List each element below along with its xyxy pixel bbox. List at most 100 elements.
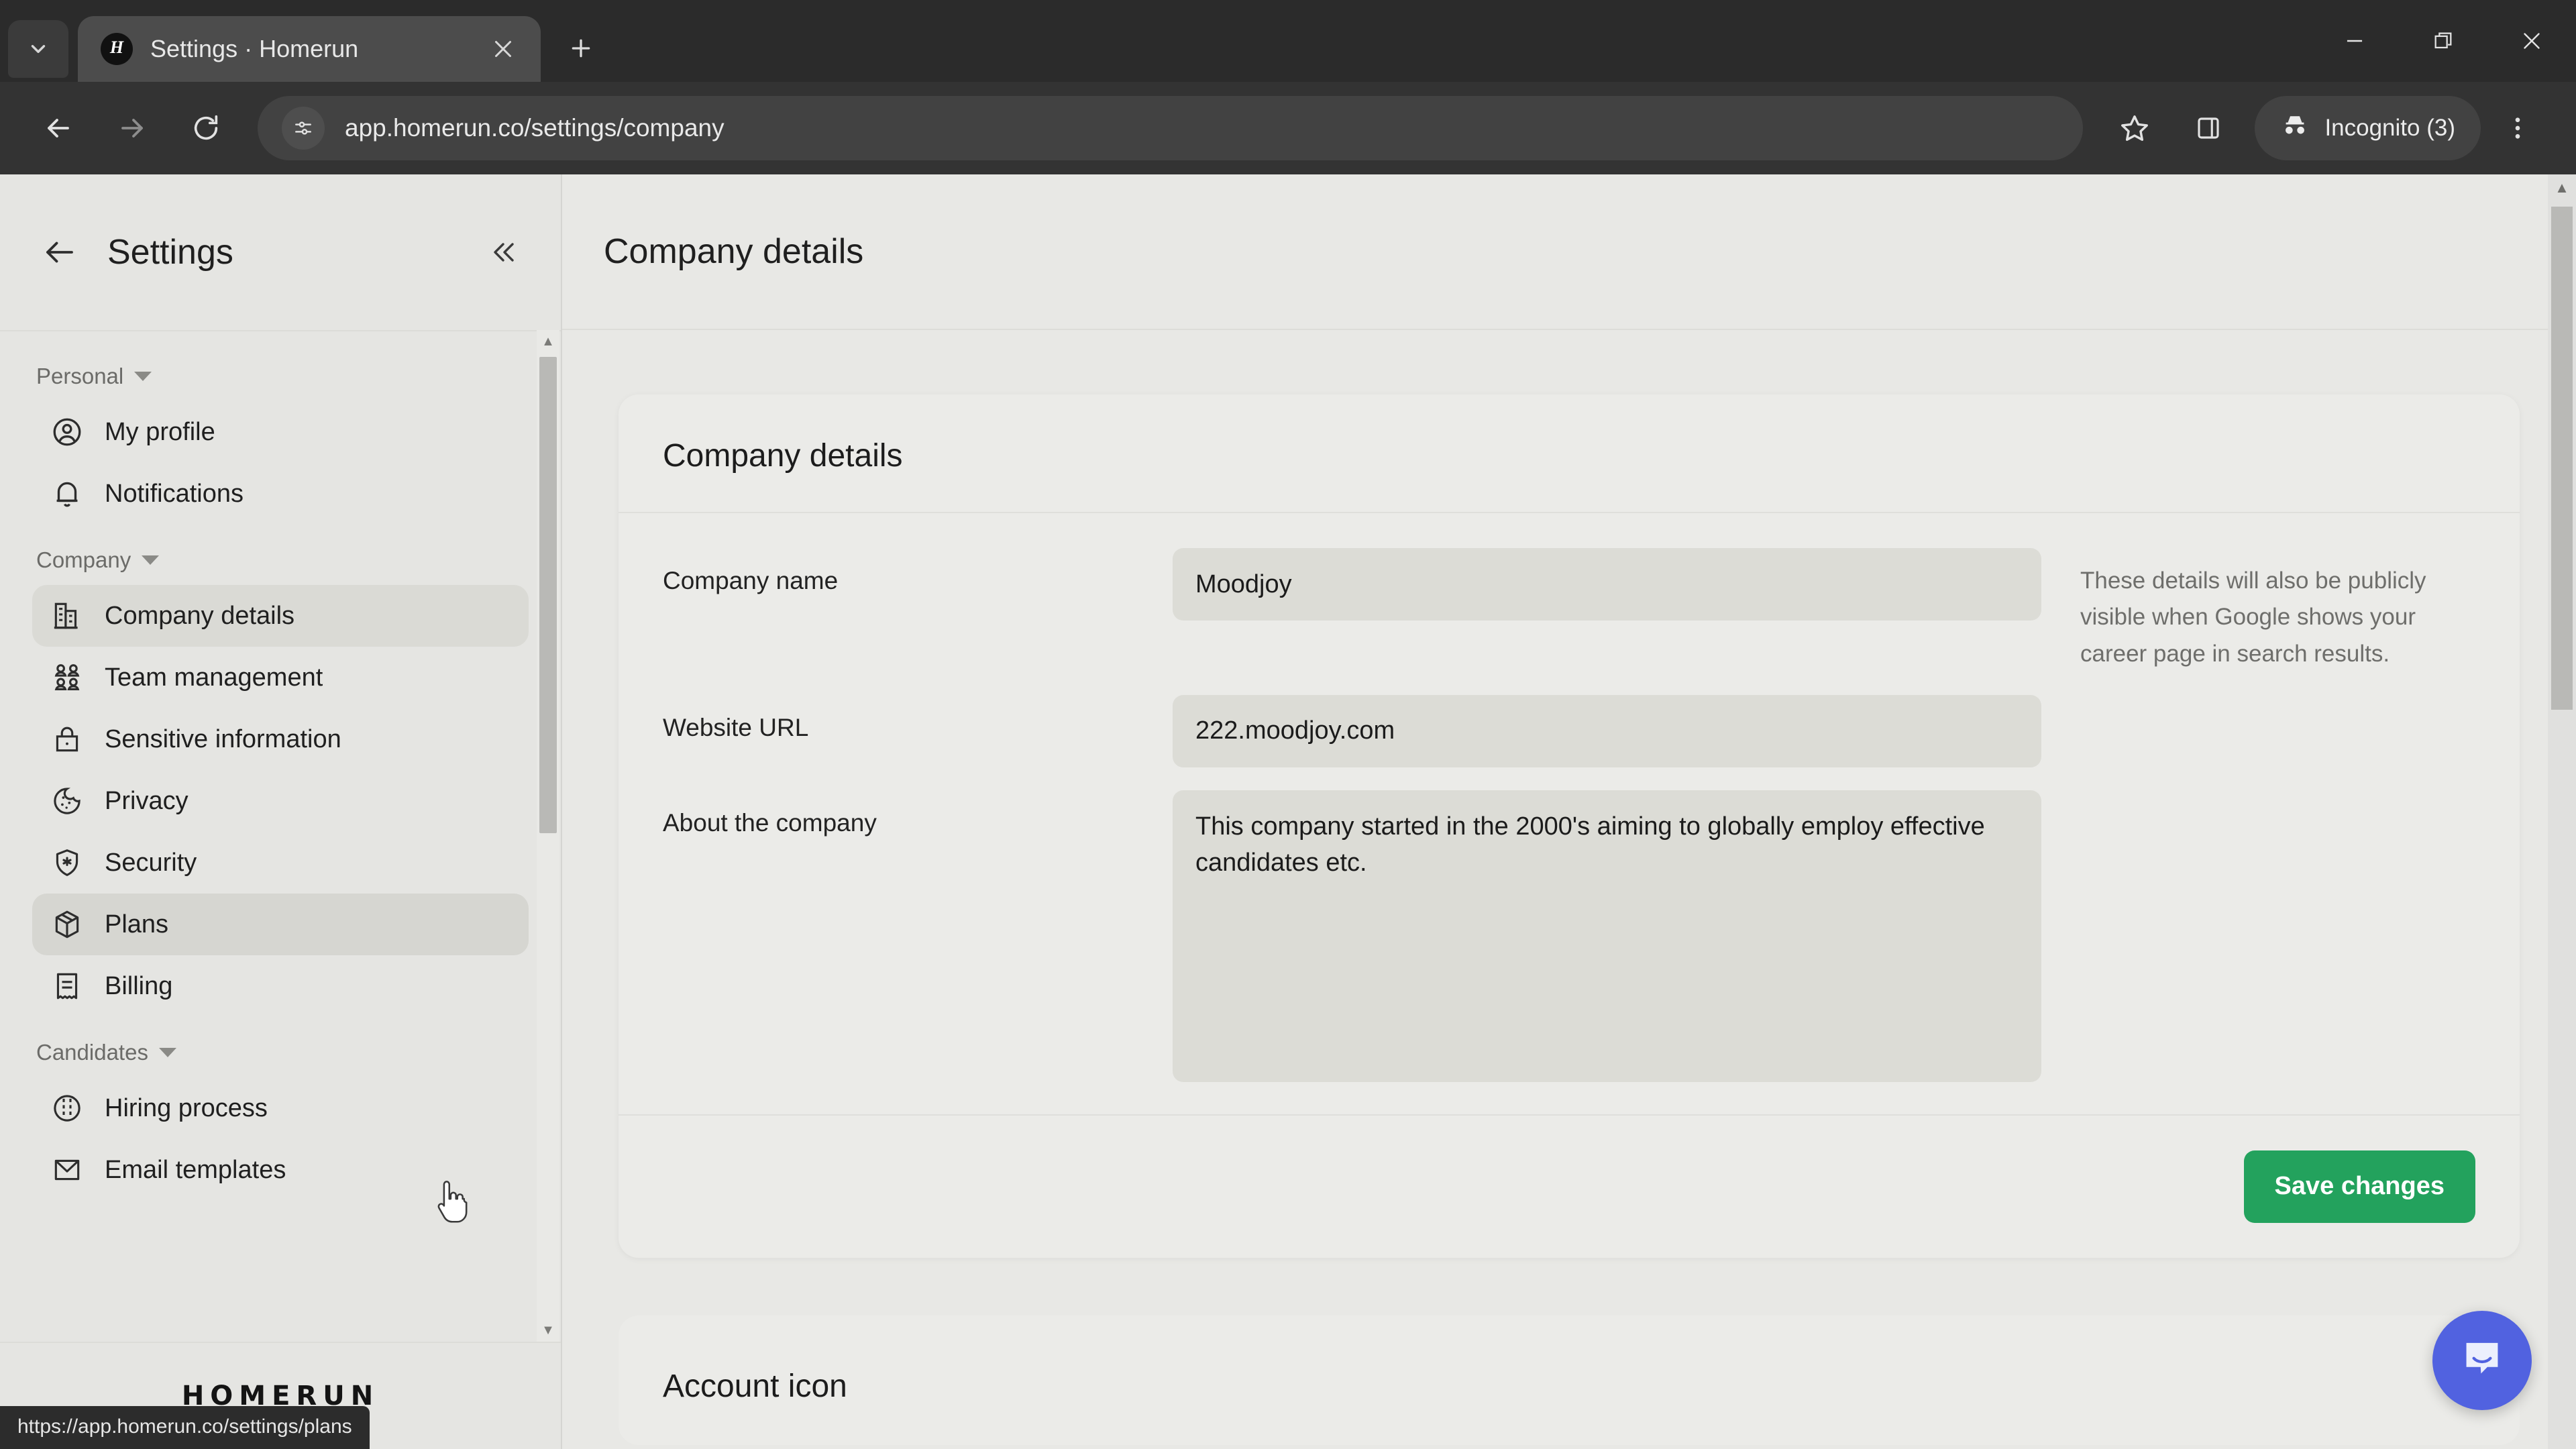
- company-name-input[interactable]: Moodjoy: [1173, 548, 2041, 621]
- kebab-menu-icon[interactable]: [2481, 91, 2555, 165]
- about-company-textarea[interactable]: This company started in the 2000's aimin…: [1173, 790, 2041, 1082]
- account-icon-card: Account icon: [619, 1315, 2520, 1445]
- field-help-text: These details will also be publicly visi…: [2080, 568, 2426, 667]
- tab-title: Settings · Homerun: [150, 35, 359, 62]
- sidebar-item-label: My profile: [105, 417, 215, 446]
- scrollbar-thumb[interactable]: [2551, 207, 2573, 710]
- sidebar-item-hiring-process[interactable]: Hiring process: [32, 1077, 529, 1139]
- chevron-down-icon: [142, 555, 160, 565]
- group-label: Personal: [36, 364, 124, 388]
- profile-incognito-button[interactable]: Incognito (3): [2255, 96, 2481, 160]
- sidebar-item-plans[interactable]: Plans: [32, 894, 529, 955]
- sidebar-item-notifications[interactable]: Notifications: [32, 463, 529, 525]
- browser-window: H Settings · Homerun app.homerun.co/sett…: [0, 0, 2576, 1449]
- content-header: Company details: [562, 174, 2576, 330]
- window-controls: [2310, 0, 2576, 82]
- reload-icon[interactable]: [169, 91, 243, 165]
- sidebar-item-my-profile[interactable]: My profile: [32, 401, 529, 463]
- form-row-about-company: About the company This company started i…: [663, 790, 2475, 1082]
- field-label: About the company: [663, 808, 877, 837]
- sidebar-item-label: Email templates: [105, 1155, 286, 1184]
- user-circle-icon: [50, 415, 85, 449]
- star-icon[interactable]: [2098, 91, 2171, 165]
- content-title: Company details: [604, 232, 864, 271]
- field-help-spacer: [2041, 695, 2475, 710]
- sidebar-item-label: Privacy: [105, 786, 189, 815]
- sidebar-group-candidates[interactable]: Candidates: [0, 1017, 561, 1077]
- scroll-up-arrow-icon[interactable]: ▲: [2548, 174, 2576, 201]
- box-icon: [50, 907, 85, 942]
- back-arrow-icon[interactable]: [21, 91, 95, 165]
- cookie-icon: [50, 784, 85, 818]
- browser-tab[interactable]: H Settings · Homerun: [78, 16, 541, 82]
- sidebar-item-label: Hiring process: [105, 1093, 268, 1122]
- scrollbar-thumb[interactable]: [539, 357, 557, 833]
- tab-strip: H Settings · Homerun: [0, 0, 2576, 82]
- main-content: Company details Company details Company …: [562, 174, 2576, 1449]
- sidebar-item-label: Sensitive information: [105, 724, 341, 753]
- content-scroll-area: Company details Company name Moodjoy The…: [562, 330, 2576, 1449]
- close-icon[interactable]: [486, 32, 521, 66]
- form-row-company-name: Company name Moodjoy These details will …: [663, 548, 2475, 672]
- card-header: Company details: [619, 394, 2520, 513]
- field-help-spacer: [2041, 790, 2475, 805]
- sidebar-group-personal[interactable]: Personal: [0, 341, 561, 401]
- side-panel-icon[interactable]: [2171, 91, 2245, 165]
- intercom-messenger-button[interactable]: [2432, 1311, 2532, 1410]
- scroll-down-arrow-icon[interactable]: ▼: [537, 1319, 559, 1342]
- sidebar-scrollbar[interactable]: ▲ ▼: [537, 330, 559, 1342]
- page-scrollbar[interactable]: ▲: [2548, 174, 2576, 1449]
- double-chevron-left-icon[interactable]: [482, 231, 525, 274]
- window-close-icon[interactable]: [2487, 0, 2576, 82]
- address-bar[interactable]: app.homerun.co/settings/company: [258, 96, 2084, 160]
- group-label: Company: [36, 547, 131, 572]
- shield-star-icon: [50, 845, 85, 880]
- sidebar-item-security[interactable]: Security: [32, 832, 529, 894]
- status-bar-url: https://app.homerun.co/settings/plans: [0, 1406, 370, 1449]
- sidebar-group-company[interactable]: Company: [0, 525, 561, 585]
- sidebar-item-team-management[interactable]: Team management: [32, 647, 529, 708]
- flow-circle-icon: [50, 1091, 85, 1126]
- save-changes-button[interactable]: Save changes: [2243, 1150, 2475, 1223]
- plus-icon[interactable]: [555, 23, 606, 74]
- incognito-icon: [2280, 111, 2310, 146]
- building-icon: [50, 598, 85, 633]
- receipt-icon: [50, 969, 85, 1004]
- sidebar-item-label: Company details: [105, 601, 295, 630]
- back-arrow-icon[interactable]: [36, 229, 83, 276]
- people-icon: [50, 660, 85, 695]
- page-title: Settings: [107, 233, 233, 272]
- website-url-input[interactable]: 222.moodjoy.com: [1173, 694, 2041, 767]
- sidebar-item-label: Notifications: [105, 479, 244, 508]
- url-text[interactable]: app.homerun.co/settings/company: [345, 114, 2059, 142]
- scroll-up-arrow-icon[interactable]: ▲: [537, 330, 559, 353]
- page-viewport: Settings Personal My profile Notificatio…: [0, 174, 2576, 1449]
- restore-icon[interactable]: [2399, 0, 2487, 82]
- field-label: Company name: [663, 567, 839, 594]
- sidebar-item-billing[interactable]: Billing: [32, 955, 529, 1017]
- sidebar-item-email-templates[interactable]: Email templates: [32, 1139, 529, 1201]
- envelope-icon: [50, 1152, 85, 1187]
- profile-label: Incognito (3): [2324, 115, 2455, 141]
- lock-icon: [50, 722, 85, 757]
- sidebar-item-privacy[interactable]: Privacy: [32, 770, 529, 832]
- browser-toolbar: app.homerun.co/settings/company Incognit…: [0, 82, 2576, 174]
- sidebar-item-label: Plans: [105, 910, 169, 938]
- group-label: Candidates: [36, 1040, 148, 1065]
- chevron-down-icon: [158, 1048, 176, 1057]
- forward-arrow-icon[interactable]: [95, 91, 169, 165]
- sidebar-header: Settings: [0, 174, 561, 330]
- minimize-icon[interactable]: [2310, 0, 2399, 82]
- settings-sidebar: Settings Personal My profile Notificatio…: [0, 174, 562, 1449]
- company-details-card: Company details Company name Moodjoy The…: [619, 394, 2520, 1258]
- tab-search-button[interactable]: [8, 20, 68, 78]
- sidebar-item-company-details[interactable]: Company details: [32, 585, 529, 647]
- card-footer: Save changes: [619, 1114, 2520, 1258]
- sidebar-item-sensitive-information[interactable]: Sensitive information: [32, 708, 529, 770]
- card-title: Account icon: [663, 1368, 847, 1404]
- form-row-website-url: Website URL 222.moodjoy.com: [663, 694, 2475, 767]
- card-body: Company name Moodjoy These details will …: [619, 513, 2520, 1114]
- tune-icon[interactable]: [282, 107, 325, 150]
- sidebar-nav: Personal My profile Notifications Compan…: [0, 330, 561, 1342]
- messenger-icon: [2457, 1334, 2508, 1388]
